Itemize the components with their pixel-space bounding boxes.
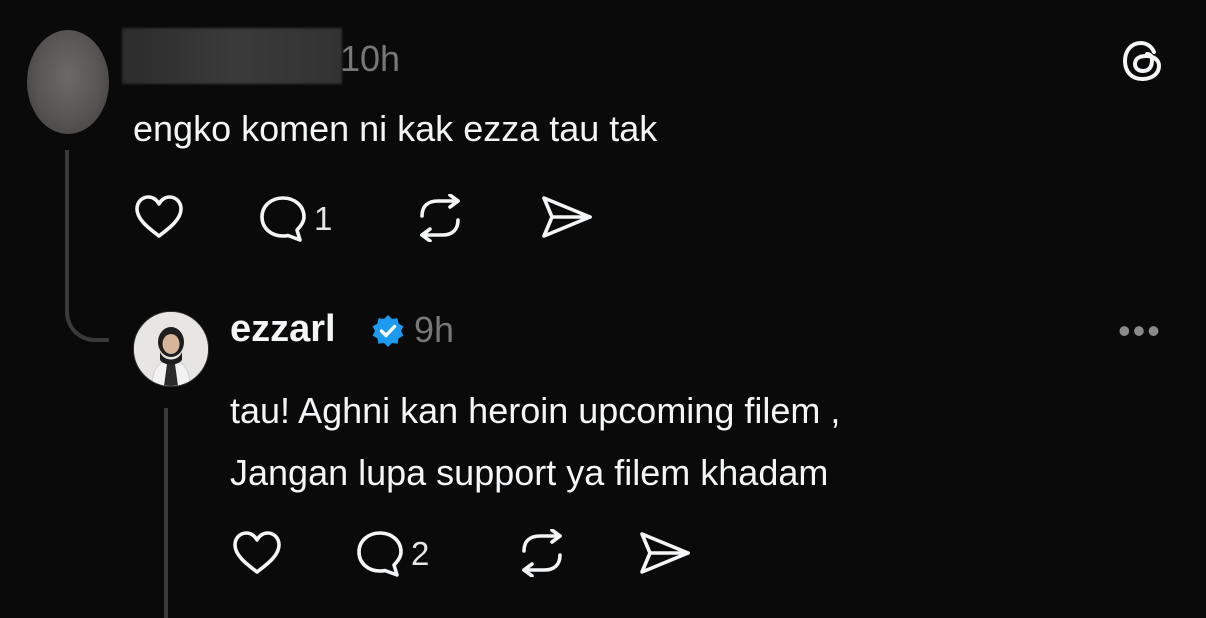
share-icon [542, 196, 592, 238]
share-icon [640, 532, 690, 574]
comment-button[interactable]: 2 [355, 529, 429, 579]
reply-text: tau! Aghni kan heroin upcoming filem , J… [230, 380, 840, 504]
reply-text-line: tau! Aghni kan heroin upcoming filem , [230, 390, 841, 431]
profile-photo [134, 312, 208, 386]
avatar[interactable] [133, 311, 209, 387]
like-button[interactable] [231, 530, 283, 576]
timestamp: 9h [414, 309, 455, 350]
username-redacted[interactable] [122, 28, 342, 84]
heart-icon [233, 531, 281, 574]
repost-button[interactable] [414, 194, 466, 242]
timestamp: 10h [340, 38, 401, 79]
repost-icon [420, 194, 460, 242]
comment-text: engko komen ni kak ezza tau tak [133, 108, 658, 149]
comment-count: 2 [411, 535, 430, 572]
heart-icon [135, 195, 183, 238]
share-button[interactable] [540, 194, 594, 240]
repost-button[interactable] [516, 529, 568, 577]
comment-count: 1 [314, 200, 333, 237]
share-button[interactable] [638, 530, 692, 576]
comment-icon [357, 531, 403, 577]
avatar[interactable] [27, 30, 109, 134]
thread-connector [164, 408, 168, 618]
username[interactable]: ezzarl [230, 308, 336, 351]
threads-logo-icon[interactable] [1120, 38, 1166, 84]
thread-connector [65, 150, 109, 342]
reply-text-line: Jangan lupa support ya filem khadam [230, 452, 829, 493]
like-button[interactable] [133, 194, 185, 240]
more-icon[interactable]: ••• [1118, 310, 1162, 352]
verified-badge-icon [372, 315, 404, 347]
comment-button[interactable]: 1 [258, 194, 332, 244]
comment-icon [260, 196, 306, 242]
repost-icon [522, 529, 562, 577]
